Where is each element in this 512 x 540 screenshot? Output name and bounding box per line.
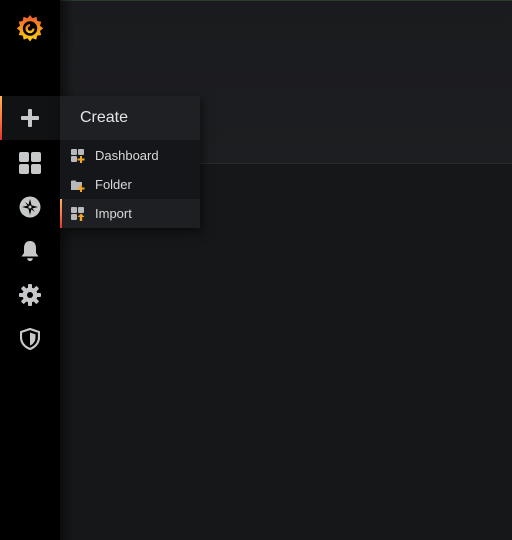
menu-item-folder[interactable]: Folder [60, 170, 200, 199]
sidebar-item-server-admin[interactable] [0, 317, 60, 361]
sidebar-item-dashboards[interactable] [0, 141, 60, 185]
menu-item-label: Folder [95, 177, 132, 192]
sidebar-item-alerting[interactable] [0, 229, 60, 273]
folder-add-icon [71, 178, 85, 192]
gear-icon [19, 284, 41, 306]
import-icon [71, 206, 85, 221]
sidebar-shadow [60, 0, 74, 540]
shield-icon [20, 328, 40, 350]
main-content [60, 0, 512, 540]
bell-icon [20, 240, 40, 262]
compass-icon [19, 196, 41, 218]
menu-item-dashboard[interactable]: Dashboard [60, 141, 200, 170]
create-dropdown-menu: Create Dashboard Folder Import [60, 96, 200, 228]
plus-icon [21, 109, 39, 127]
app: Create Dashboard Folder Import [0, 0, 512, 540]
menu-item-label: Dashboard [95, 148, 159, 163]
menu-item-label: Import [95, 206, 132, 221]
sidebar-item-create[interactable] [0, 96, 60, 140]
create-menu-title[interactable]: Create [60, 96, 200, 140]
sidebar-item-configuration[interactable] [0, 273, 60, 317]
dashboard-add-icon [71, 148, 85, 163]
apps-grid-icon [19, 152, 41, 174]
grafana-logo-icon[interactable] [0, 0, 60, 56]
menu-item-import[interactable]: Import [60, 199, 200, 228]
sidebar [0, 0, 60, 540]
sidebar-item-explore[interactable] [0, 185, 60, 229]
